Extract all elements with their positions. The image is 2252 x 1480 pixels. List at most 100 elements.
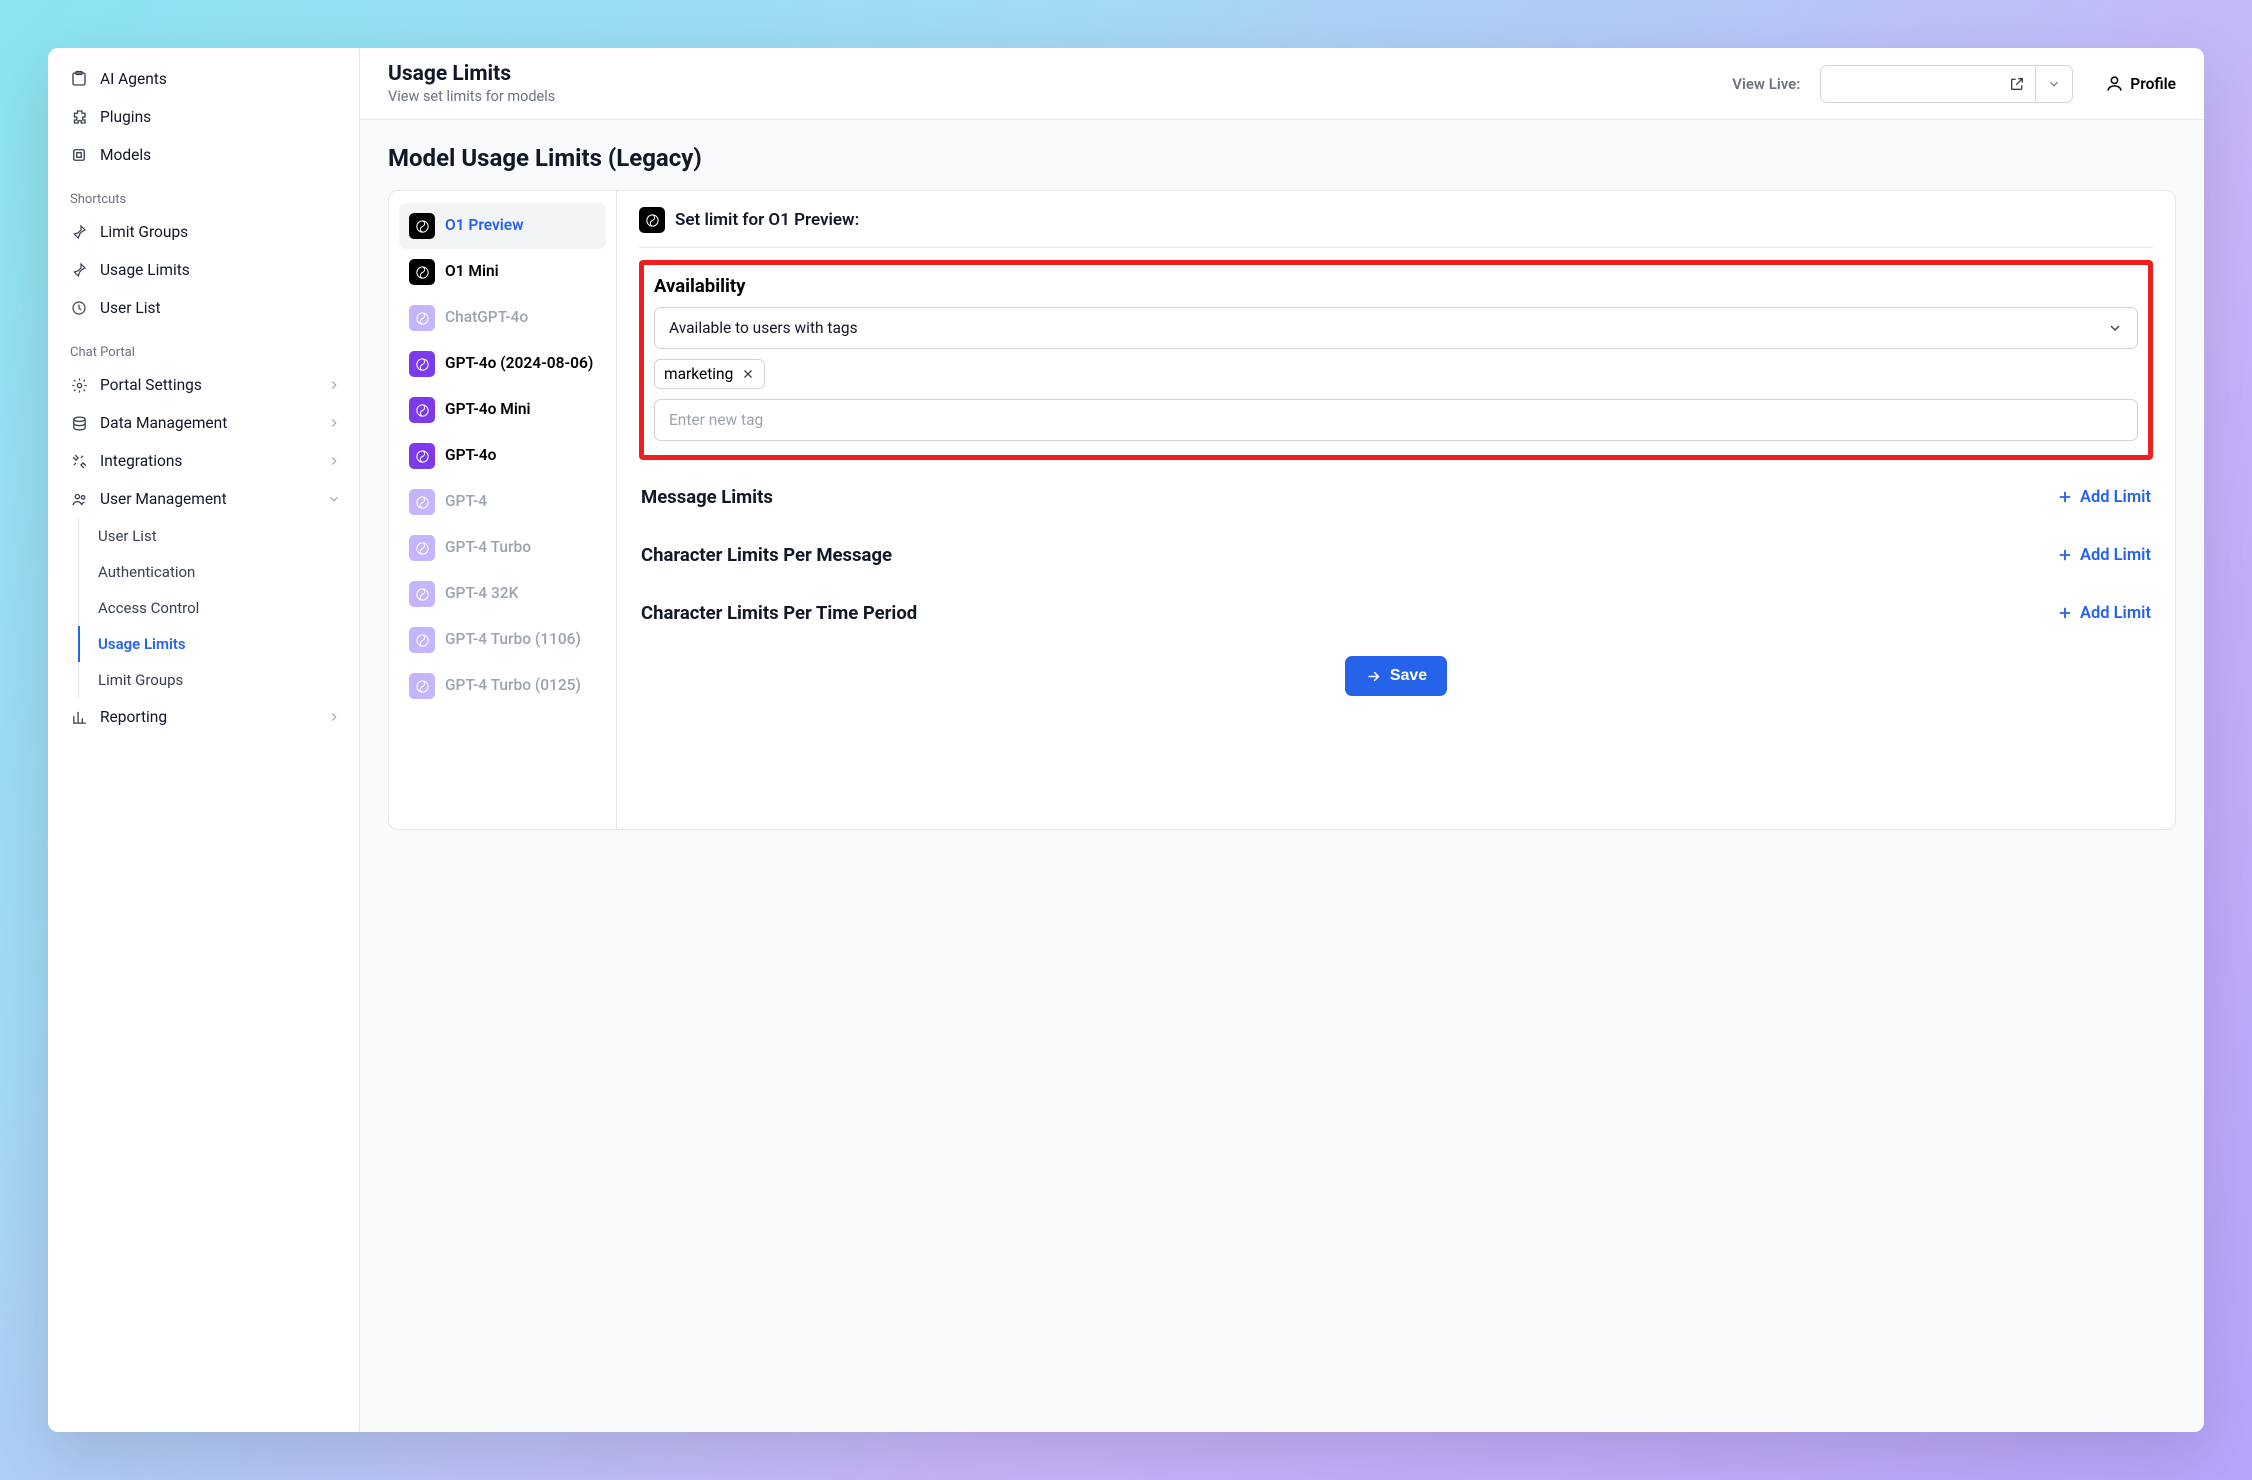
sidebar-item-data-management[interactable]: Data Management (48, 404, 359, 442)
model-list: O1 Preview O1 Mini ChatGPT-4o GPT-4o (2024-… (389, 191, 617, 829)
openai-icon (409, 535, 435, 561)
agent-icon (70, 70, 88, 88)
arrow-right-icon (1365, 668, 1382, 685)
openai-icon (409, 351, 435, 377)
sidebar-item-user-management[interactable]: User Management (48, 480, 359, 518)
limit-row-chars-per-period: Character Limits Per Time Period Add Lim… (639, 576, 2153, 634)
label: Data Management (100, 414, 227, 432)
model-item[interactable]: GPT-4o (399, 433, 606, 479)
model-item[interactable]: GPT-4 Turbo (1106) (399, 617, 606, 663)
profile-button[interactable]: Profile (2105, 74, 2176, 93)
model-name: O1 Preview (445, 216, 524, 235)
app-window: AI Agents Plugins Models Shortcuts Limit… (48, 48, 2204, 1432)
submenu-accesscontrol[interactable]: Access Control (78, 590, 359, 626)
openai-icon (409, 627, 435, 653)
sidebar-item-shortcut-userlist[interactable]: User List (48, 289, 359, 327)
main-area: Usage Limits View set limits for models … (360, 48, 2204, 1432)
label: User Management (100, 490, 227, 508)
chevron-right-icon (327, 710, 341, 724)
sidebar-item-models[interactable]: Models (48, 136, 359, 174)
label: Usage Limits (100, 261, 190, 279)
openai-icon (639, 207, 665, 233)
label: Add Limit (2080, 488, 2151, 507)
label: AI Agents (100, 70, 167, 88)
sidebar-item-plugins[interactable]: Plugins (48, 98, 359, 136)
gear-icon (70, 376, 88, 394)
plus-icon (2056, 546, 2074, 564)
model-item[interactable]: GPT-4 (399, 479, 606, 525)
model-item[interactable]: O1 Mini (399, 249, 606, 295)
remove-tag-icon[interactable] (741, 367, 755, 381)
openai-icon (409, 397, 435, 423)
model-item[interactable]: GPT-4o (2024-08-06) (399, 341, 606, 387)
add-limit-chars-per-period[interactable]: Add Limit (2056, 604, 2151, 623)
external-link-icon (2009, 76, 2025, 92)
database-icon (70, 414, 88, 432)
puzzle-icon (70, 108, 88, 126)
viewlive-label: View Live: (1732, 75, 1800, 93)
label: Add Limit (2080, 546, 2151, 565)
model-item[interactable]: O1 Preview (399, 203, 606, 249)
viewlive-dropdown-toggle[interactable] (2036, 66, 2072, 102)
model-item[interactable]: GPT-4 32K (399, 571, 606, 617)
openai-icon (409, 305, 435, 331)
label: Save (1390, 667, 1427, 685)
submenu-limitgroups[interactable]: Limit Groups (78, 662, 359, 698)
model-name: GPT-4 Turbo (445, 538, 531, 557)
tag-input[interactable]: Enter new tag (654, 399, 2138, 441)
availability-highlight: Availability Available to users with tag… (639, 260, 2153, 460)
label: Add Limit (2080, 604, 2151, 623)
model-name: GPT-4 Turbo (1106) (445, 630, 581, 649)
page-header: Usage Limits View set limits for models (388, 62, 555, 105)
openai-icon (409, 673, 435, 699)
availability-select[interactable]: Available to users with tags (654, 307, 2138, 349)
clock-icon (70, 299, 88, 317)
viewlive-select[interactable] (1820, 65, 2073, 103)
tag-chip: marketing (654, 359, 765, 389)
sidebar-item-portal-settings[interactable]: Portal Settings (48, 366, 359, 404)
model-name: GPT-4o (2024-08-06) (445, 354, 593, 373)
availability-title: Availability (654, 275, 2138, 297)
model-item[interactable]: ChatGPT-4o (399, 295, 606, 341)
add-limit-messages[interactable]: Add Limit (2056, 488, 2151, 507)
chip-icon (70, 146, 88, 164)
sidebar-item-reporting[interactable]: Reporting (48, 698, 359, 736)
openai-icon (409, 489, 435, 515)
content: Model Usage Limits (Legacy) O1 PreviewO1… (360, 120, 2204, 1432)
submenu-userlist[interactable]: User List (78, 518, 359, 554)
submenu-usagelimits[interactable]: Usage Limits (78, 626, 359, 662)
sidebar-item-integrations[interactable]: Integrations (48, 442, 359, 480)
submenu-authentication[interactable]: Authentication (78, 554, 359, 590)
model-item[interactable]: GPT-4o Mini (399, 387, 606, 433)
label: Models (100, 146, 151, 164)
model-name: ChatGPT-4o (445, 308, 528, 327)
panel: O1 Preview O1 Mini ChatGPT-4o GPT-4o (2024-… (388, 190, 2176, 830)
add-limit-chars-per-message[interactable]: Add Limit (2056, 546, 2151, 565)
pin-icon (70, 223, 88, 241)
detail-header-text: Set limit for O1 Preview: (675, 210, 859, 230)
tools-icon (70, 452, 88, 470)
section-shortcuts: Shortcuts (48, 174, 359, 213)
model-item[interactable]: GPT-4 Turbo (399, 525, 606, 571)
model-name: GPT-4o (445, 446, 496, 465)
tag-label: marketing (664, 365, 733, 383)
model-item[interactable]: GPT-4 Turbo (0125) (399, 663, 606, 709)
sidebar-item-shortcut-limitgroups[interactable]: Limit Groups (48, 213, 359, 251)
chevron-right-icon (327, 454, 341, 468)
sidebar-item-ai-agents[interactable]: AI Agents (48, 60, 359, 98)
user-icon (2105, 74, 2124, 93)
sidebar-item-shortcut-usagelimits[interactable]: Usage Limits (48, 251, 359, 289)
label: Profile (2130, 75, 2176, 93)
chevron-right-icon (327, 416, 341, 430)
viewlive-field[interactable] (1821, 66, 2036, 102)
model-name: GPT-4 32K (445, 584, 518, 603)
page-title: Usage Limits (388, 62, 555, 86)
chevron-down-icon (2107, 320, 2123, 336)
model-name: O1 Mini (445, 262, 499, 281)
plus-icon (2056, 604, 2074, 622)
save-button[interactable]: Save (1345, 656, 1447, 696)
chart-icon (70, 708, 88, 726)
chevron-right-icon (327, 378, 341, 392)
label: Integrations (100, 452, 182, 470)
detail-column: Set limit for O1 Preview: Availability A… (617, 191, 2175, 829)
